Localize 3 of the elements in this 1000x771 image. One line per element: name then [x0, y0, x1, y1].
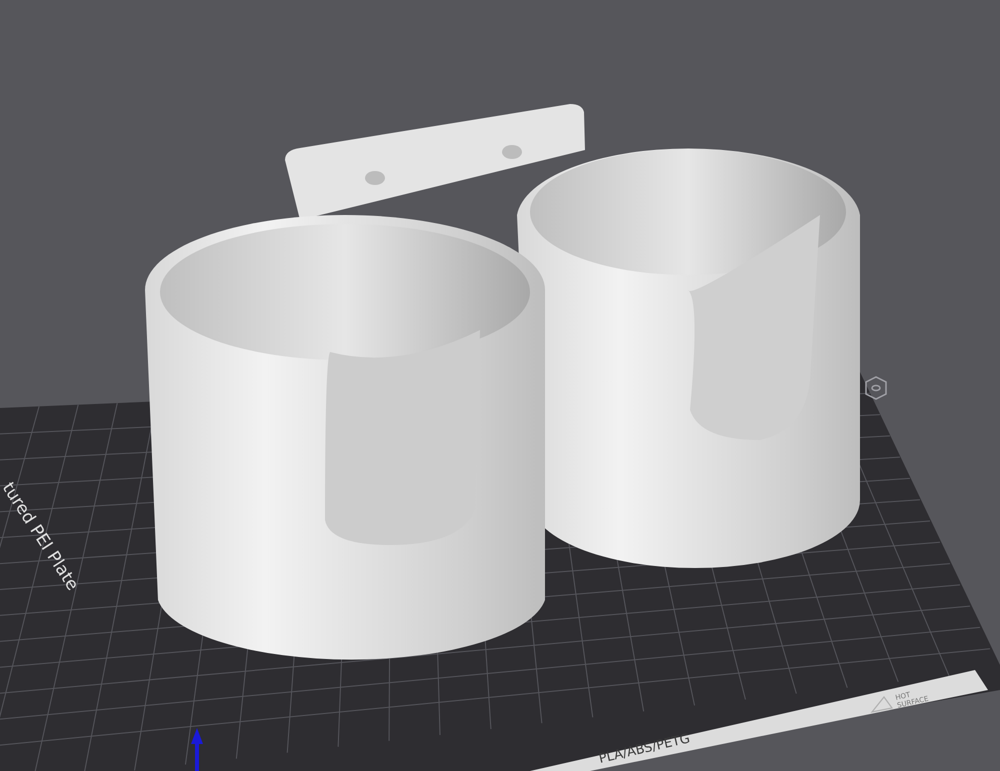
hexagon-logo-icon	[865, 376, 887, 400]
warning-icon	[870, 696, 894, 713]
z-axis-arrow	[191, 728, 203, 771]
